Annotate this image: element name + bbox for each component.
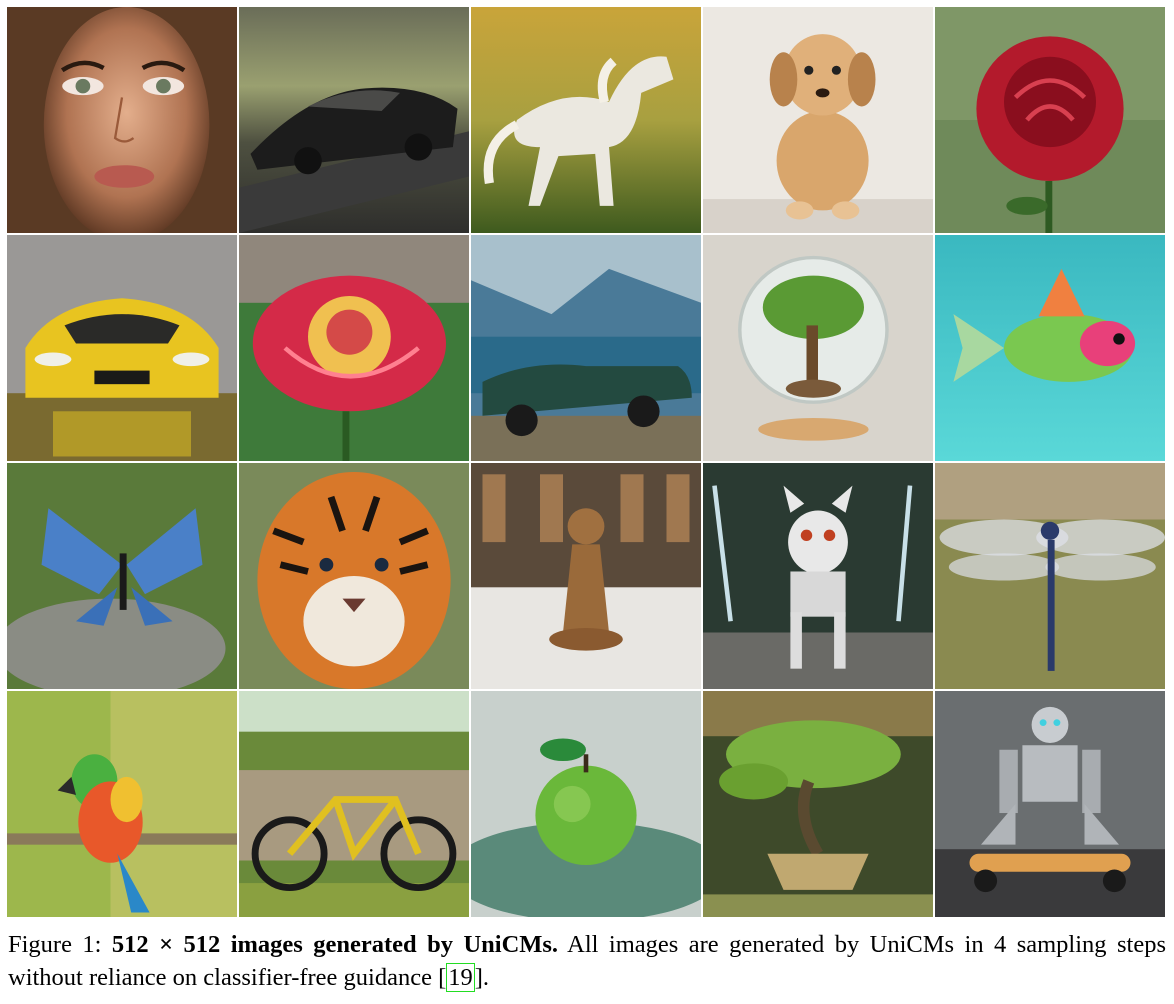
generated-image-sports-car-road bbox=[239, 7, 469, 233]
generated-image-bonsai-tree bbox=[703, 691, 933, 917]
generated-image-white-horse bbox=[471, 7, 701, 233]
figure-closing: ]. bbox=[474, 964, 490, 991]
generated-image-colorful-fish bbox=[935, 235, 1165, 461]
generated-image-parrot bbox=[7, 691, 237, 917]
generated-image-tree-in-glass-globe bbox=[703, 235, 933, 461]
generated-image-green-apple bbox=[471, 691, 701, 917]
generated-image-tiger bbox=[239, 463, 469, 689]
generated-image-yellow-bicycle bbox=[239, 691, 469, 917]
figure-title: 512 × 512 images generated by UniCMs. bbox=[111, 931, 559, 958]
generated-image-chess-pawn bbox=[471, 463, 701, 689]
generated-image-red-rose bbox=[935, 7, 1165, 233]
generated-image-golden-puppy bbox=[703, 7, 933, 233]
generated-image-robot-hoverboard bbox=[935, 691, 1165, 917]
generated-image-pink-rose bbox=[239, 235, 469, 461]
generated-image-blue-butterfly bbox=[7, 463, 237, 689]
figure-label: Figure 1: bbox=[8, 931, 102, 958]
figure-caption: Figure 1: 512 × 512 images generated by … bbox=[8, 928, 1166, 994]
generated-image-dragonfly bbox=[935, 463, 1165, 689]
generated-image-woman-portrait bbox=[7, 7, 237, 233]
citation-link[interactable]: 19 bbox=[446, 963, 475, 992]
generated-image-robot-dog bbox=[703, 463, 933, 689]
generated-image-yellow-sports-car bbox=[7, 235, 237, 461]
generated-image-vintage-car-lake bbox=[471, 235, 701, 461]
image-grid bbox=[7, 7, 1165, 917]
